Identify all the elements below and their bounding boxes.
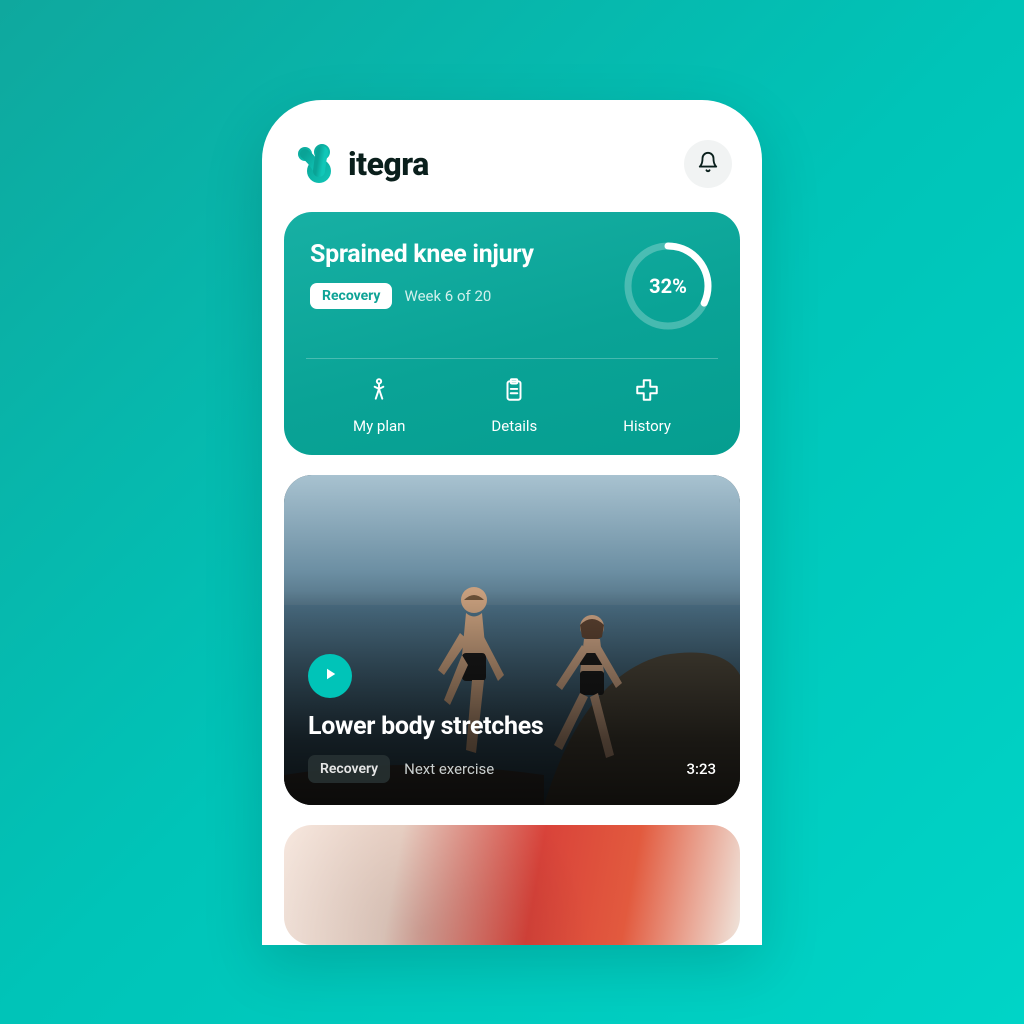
progress-ring: 32% (622, 240, 714, 332)
phone-frame: itegra Sprained knee injury Recovery Wee… (262, 100, 762, 945)
video-badge: Recovery (308, 755, 390, 783)
notifications-button[interactable] (684, 140, 732, 188)
brand-logo-icon (292, 144, 338, 184)
tab-details[interactable]: Details (491, 377, 537, 435)
play-button[interactable] (308, 654, 352, 698)
tab-label: History (623, 417, 671, 435)
tab-my-plan[interactable]: My plan (353, 377, 405, 435)
brand-name: itegra (348, 145, 429, 183)
exercise-video-card[interactable]: Lower body stretches Recovery Next exerc… (284, 475, 740, 805)
video-title: Lower body stretches (308, 712, 716, 741)
video-duration: 3:23 (686, 760, 716, 778)
tab-label: Details (491, 417, 537, 435)
injury-summary-card: Sprained knee injury Recovery Week 6 of … (284, 212, 740, 455)
play-icon (321, 665, 339, 687)
week-progress-text: Week 6 of 20 (404, 287, 491, 305)
card-tabs: My plan Details (310, 377, 714, 435)
plus-medical-icon (634, 377, 660, 407)
divider (306, 358, 718, 359)
clipboard-icon (501, 377, 527, 407)
brand-logo[interactable]: itegra (292, 144, 429, 184)
injury-info: Sprained knee injury Recovery Week 6 of … (310, 240, 534, 309)
person-icon (366, 377, 392, 407)
tab-history[interactable]: History (623, 377, 671, 435)
bell-icon (697, 151, 719, 177)
injury-title: Sprained knee injury (310, 240, 534, 269)
next-exercise-card[interactable] (284, 825, 740, 945)
status-badge: Recovery (310, 283, 392, 309)
progress-percent: 32% (622, 240, 714, 332)
video-meta-text: Next exercise (404, 760, 672, 778)
tab-label: My plan (353, 417, 405, 435)
app-header: itegra (284, 130, 740, 212)
